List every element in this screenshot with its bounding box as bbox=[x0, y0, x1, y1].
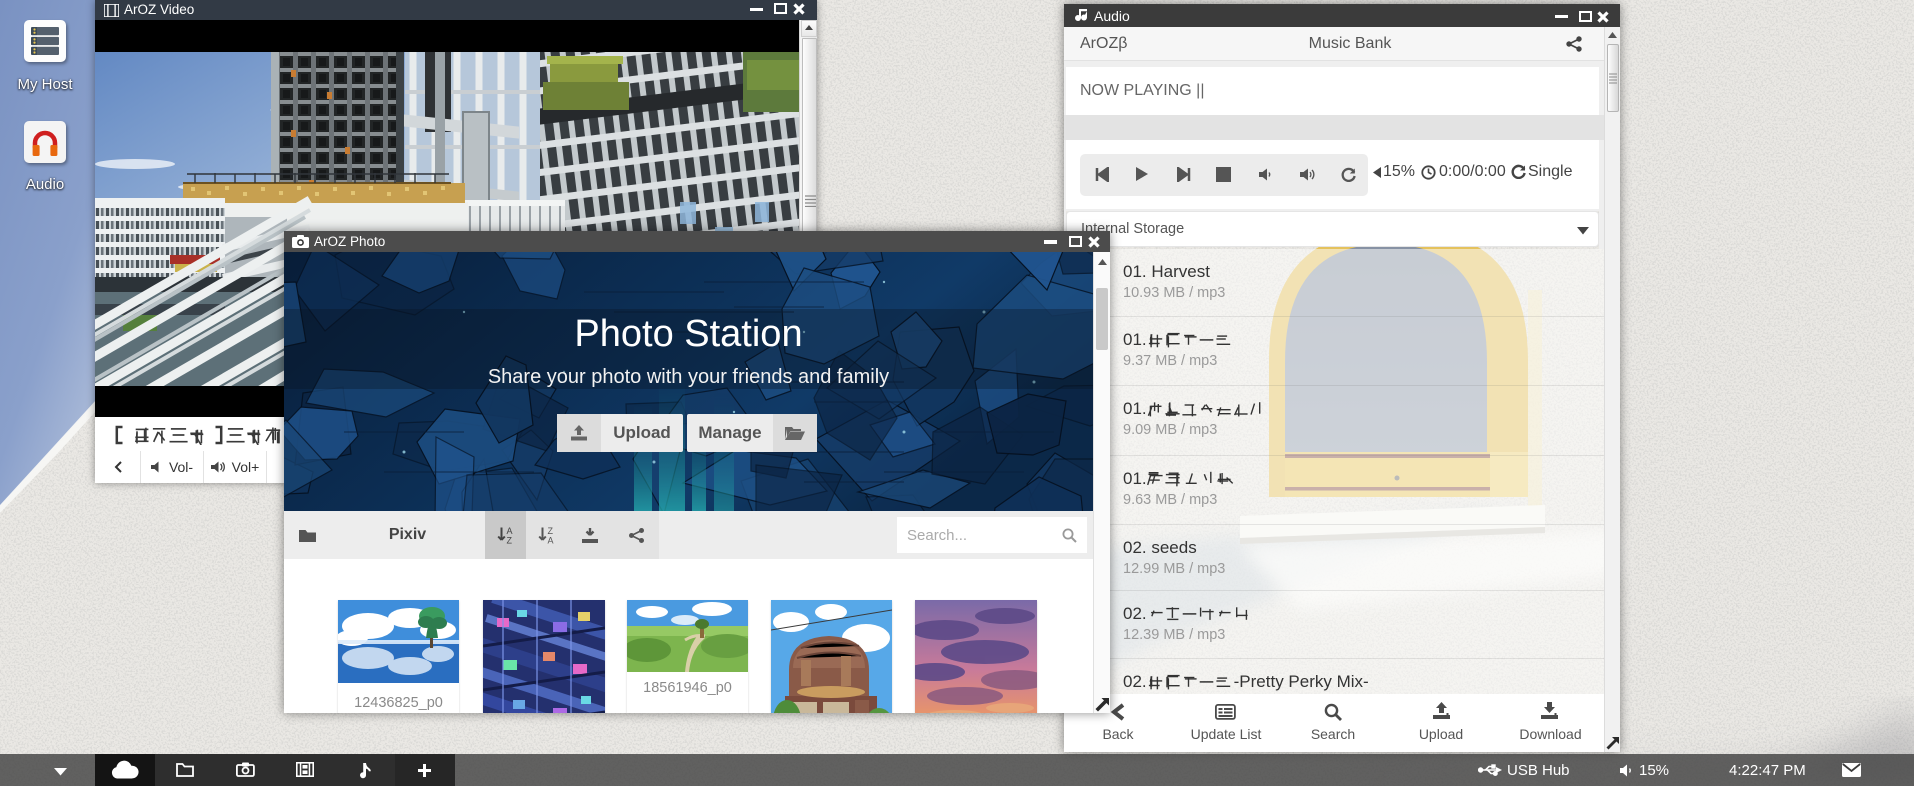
svg-text:A: A bbox=[547, 536, 553, 545]
svg-text:Z: Z bbox=[507, 536, 513, 545]
svg-text:Z: Z bbox=[547, 526, 553, 536]
svg-text:A: A bbox=[507, 526, 513, 536]
